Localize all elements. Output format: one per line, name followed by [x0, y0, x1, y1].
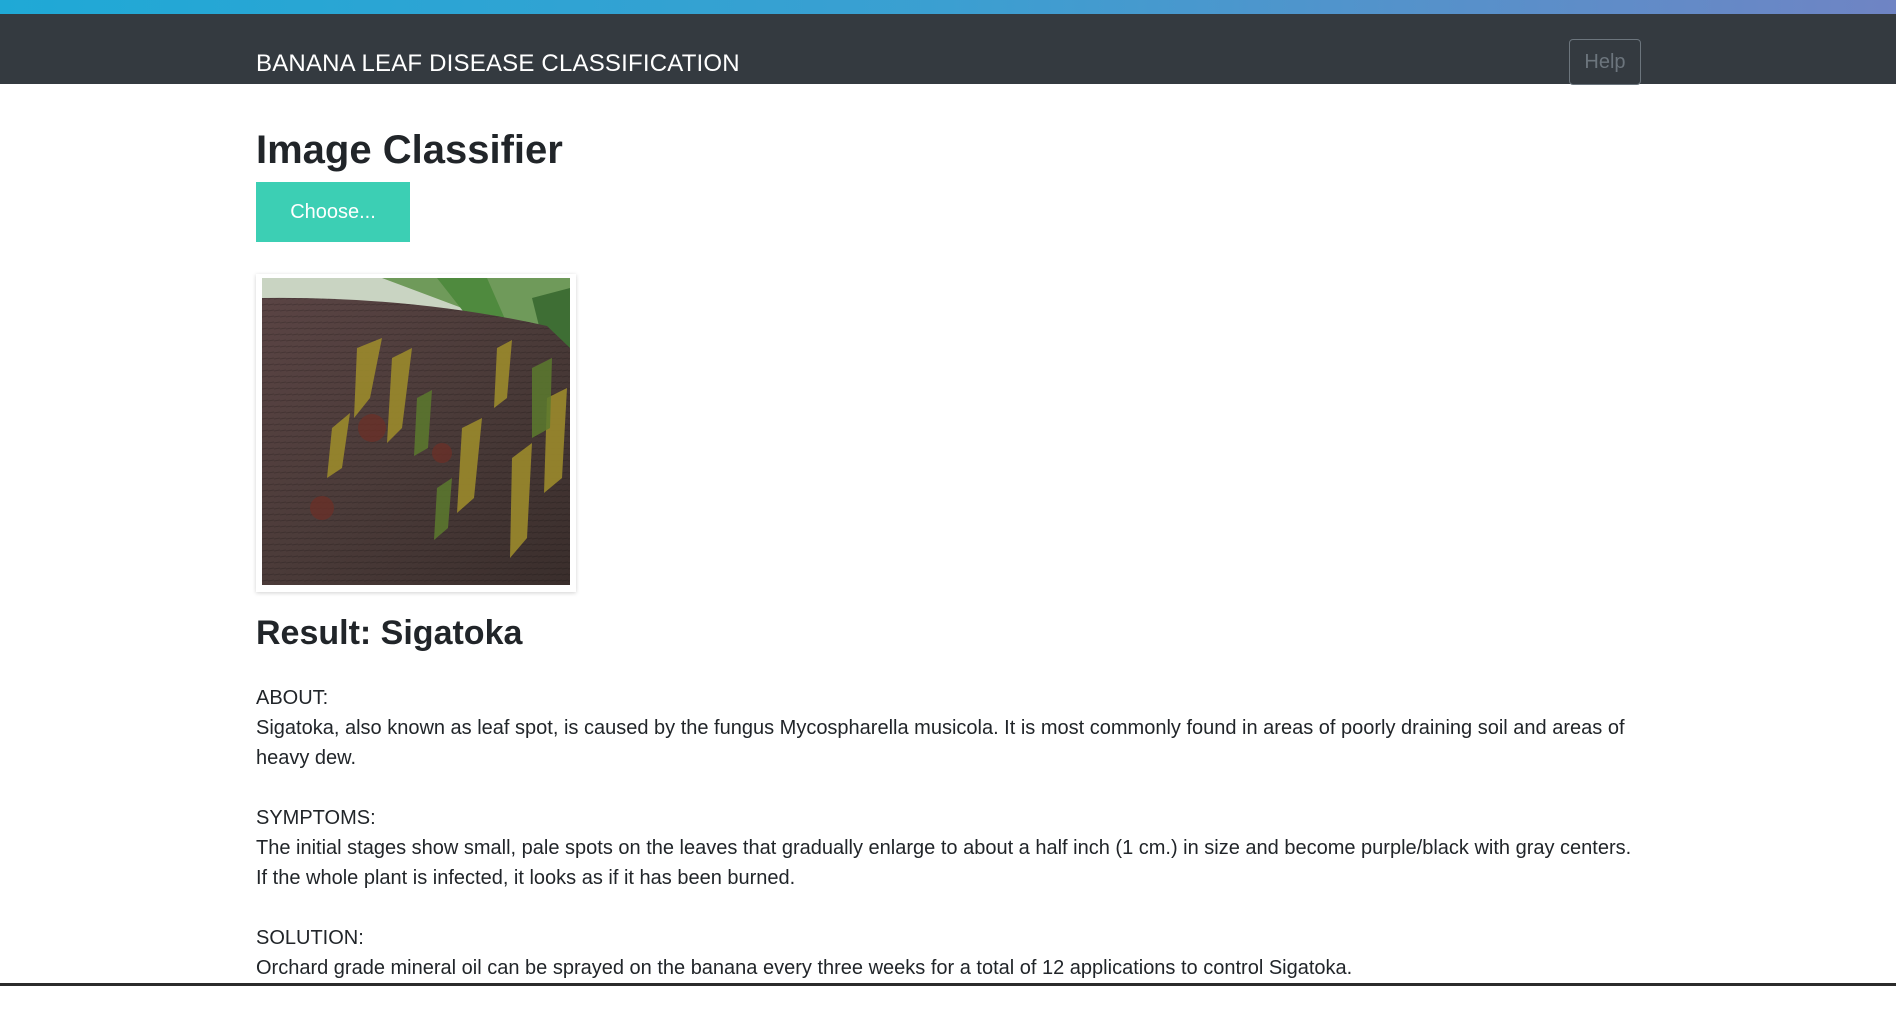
solution-section: SOLUTION: Orchard grade mineral oil can …	[256, 923, 1636, 983]
disease-info: ABOUT: Sigatoka, also known as leaf spot…	[256, 683, 1636, 1013]
symptoms-label: SYMPTOMS:	[256, 807, 376, 829]
top-accent-stripe	[0, 0, 1896, 14]
uploaded-image-preview	[256, 274, 576, 592]
result-heading: Result: Sigatoka	[256, 614, 523, 652]
banana-leaf-image	[262, 278, 570, 585]
symptoms-text: The initial stages show small, pale spot…	[256, 837, 1632, 889]
navbar-brand[interactable]: BANANA LEAF DISEASE CLASSIFICATION	[256, 50, 740, 78]
about-label: ABOUT:	[256, 687, 329, 709]
navbar: BANANA LEAF DISEASE CLASSIFICATION Help	[0, 14, 1896, 85]
about-section: ABOUT: Sigatoka, also known as leaf spot…	[256, 683, 1636, 773]
choose-file-button[interactable]: Choose...	[256, 182, 410, 242]
page-title: Image Classifier	[256, 128, 563, 172]
solution-text: Orchard grade mineral oil can be sprayed…	[256, 957, 1353, 979]
solution-label: SOLUTION:	[256, 927, 364, 949]
help-button[interactable]: Help	[1569, 39, 1641, 85]
symptoms-section: SYMPTOMS: The initial stages show small,…	[256, 803, 1636, 893]
about-text: Sigatoka, also known as leaf spot, is ca…	[256, 717, 1625, 769]
